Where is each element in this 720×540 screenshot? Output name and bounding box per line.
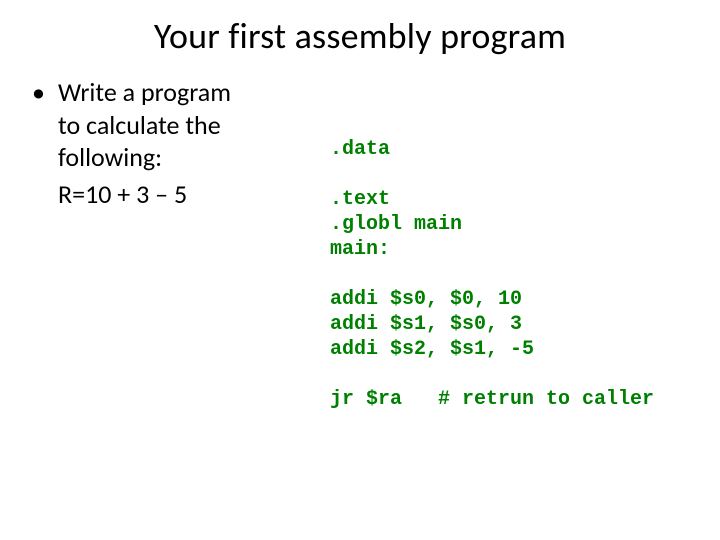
bullet-item: • Write a program to calculate the follo…	[30, 76, 330, 174]
code-block: .data .text .globl main main: addi $s0, …	[330, 76, 710, 437]
code-line: addi $s1, $s0, 3	[330, 313, 522, 336]
code-line: .globl main	[330, 213, 462, 236]
slide: Your first assembly program • Write a pr…	[0, 0, 720, 540]
bullet-line: to calculate the	[58, 109, 330, 142]
bullet-mark: •	[30, 76, 58, 174]
slide-title: Your first assembly program	[0, 0, 720, 58]
code-line: .text	[330, 188, 390, 211]
left-column: • Write a program to calculate the follo…	[30, 76, 330, 437]
code-line: main:	[330, 238, 390, 261]
code-line: jr $ra # retrun to caller	[330, 388, 654, 411]
bullet-line: Write a program	[58, 76, 330, 109]
equation-line: R=10 + 3 – 5	[30, 178, 330, 211]
bullet-text: Write a program to calculate the followi…	[58, 76, 330, 174]
bullet-line: following:	[58, 141, 330, 174]
code-line: addi $s0, $0, 10	[330, 288, 522, 311]
slide-body: • Write a program to calculate the follo…	[0, 58, 720, 437]
code-line: .data	[330, 138, 390, 161]
code-line: addi $s2, $s1, -5	[330, 338, 534, 361]
